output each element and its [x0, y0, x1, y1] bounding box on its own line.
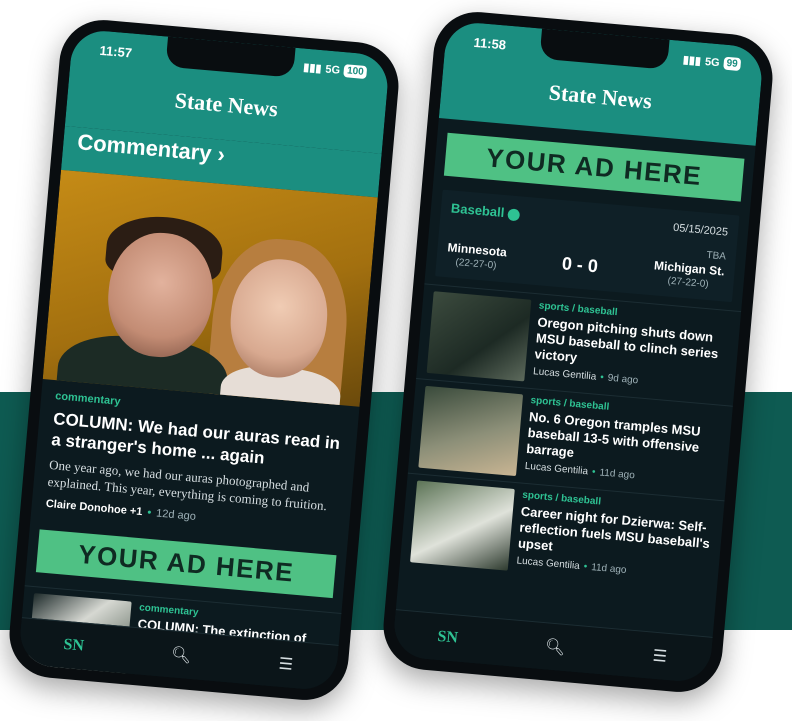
status-icons: ▮▮▮ 5G 100 [302, 61, 368, 80]
article-age: 12d ago [155, 507, 197, 523]
chevron-right-icon: › [216, 141, 227, 167]
ad-banner[interactable]: YOUR AD HERE [35, 529, 337, 599]
article-author: Lucas Gentilia [532, 366, 597, 383]
article-thumbnail [418, 385, 524, 477]
battery-icon: 99 [723, 56, 742, 72]
score-card[interactable]: Baseball 05/15/2025 TBA Minnesota (22-27-… [435, 189, 740, 303]
network-label: 5G [324, 63, 341, 77]
article-thumbnail [426, 291, 532, 382]
featured-article[interactable]: commentary COLUMN: We had our auras read… [31, 379, 360, 542]
article-age: 11d ago [590, 561, 627, 577]
article-author: Lucas Gentilia [524, 460, 589, 478]
signal-icon: ▮▮▮ [302, 61, 322, 76]
featured-image[interactable] [42, 169, 378, 407]
article-thumbnail [410, 480, 515, 571]
battery-icon: 100 [343, 64, 368, 80]
app-logo[interactable]: State News [67, 78, 386, 132]
home-team: Minnesota (22-27-0) [446, 240, 507, 272]
sport-label: Baseball [450, 200, 506, 221]
status-time: 11:57 [98, 42, 133, 61]
article-author: Claire Donohoe +1 [45, 497, 143, 519]
away-team: Michigan St. (27-22-0) [652, 258, 726, 291]
phone-screen: 11:58 ▮▮▮ 5G 99 State News YOUR AD HERE … [391, 20, 765, 684]
status-time: 11:58 [472, 34, 507, 53]
menu-icon[interactable]: ☰ [652, 646, 668, 667]
bottom-nav: SN 🔍︎ ☰ [391, 609, 713, 684]
article-age: 11d ago [598, 467, 636, 482]
ad-banner[interactable]: YOUR AD HERE [443, 132, 745, 202]
article-author: Lucas Gentilia [516, 555, 581, 572]
game-score: 0 - 0 [561, 253, 599, 277]
list-item-text: sports / baseball Career night for Dzier… [516, 490, 714, 588]
phone-right: 11:58 ▮▮▮ 5G 99 State News YOUR AD HERE … [379, 8, 777, 696]
phone-left: 11:57 ▮▮▮ 5G 100 State News Commentary ›… [5, 16, 403, 704]
byline-separator: • [599, 372, 605, 384]
app-logo[interactable]: State News [441, 70, 760, 124]
status-icons: ▮▮▮ 5G 99 [682, 53, 742, 72]
byline-separator: • [591, 466, 596, 478]
signal-icon: ▮▮▮ [682, 54, 702, 68]
menu-icon[interactable]: ☰ [278, 654, 294, 675]
list-item-text: sports / baseball Oregon pitching shuts … [532, 300, 730, 398]
network-label: 5G [704, 55, 721, 69]
byline-separator: • [583, 561, 588, 573]
phone-screen: 11:57 ▮▮▮ 5G 100 State News Commentary ›… [17, 28, 391, 692]
nav-home-logo[interactable]: SN [437, 628, 459, 648]
article-age: 9d ago [607, 372, 639, 387]
byline-separator: • [146, 506, 152, 519]
search-icon[interactable]: 🔍︎ [170, 644, 192, 666]
nav-home-logo[interactable]: SN [63, 636, 85, 656]
search-icon[interactable]: 🔍︎ [544, 636, 566, 658]
score-date: 05/15/2025 [672, 221, 729, 239]
list-item-text: sports / baseball No. 6 Oregon tramples … [524, 395, 722, 493]
baseball-icon [507, 207, 521, 221]
score-sport: Baseball [450, 200, 521, 221]
